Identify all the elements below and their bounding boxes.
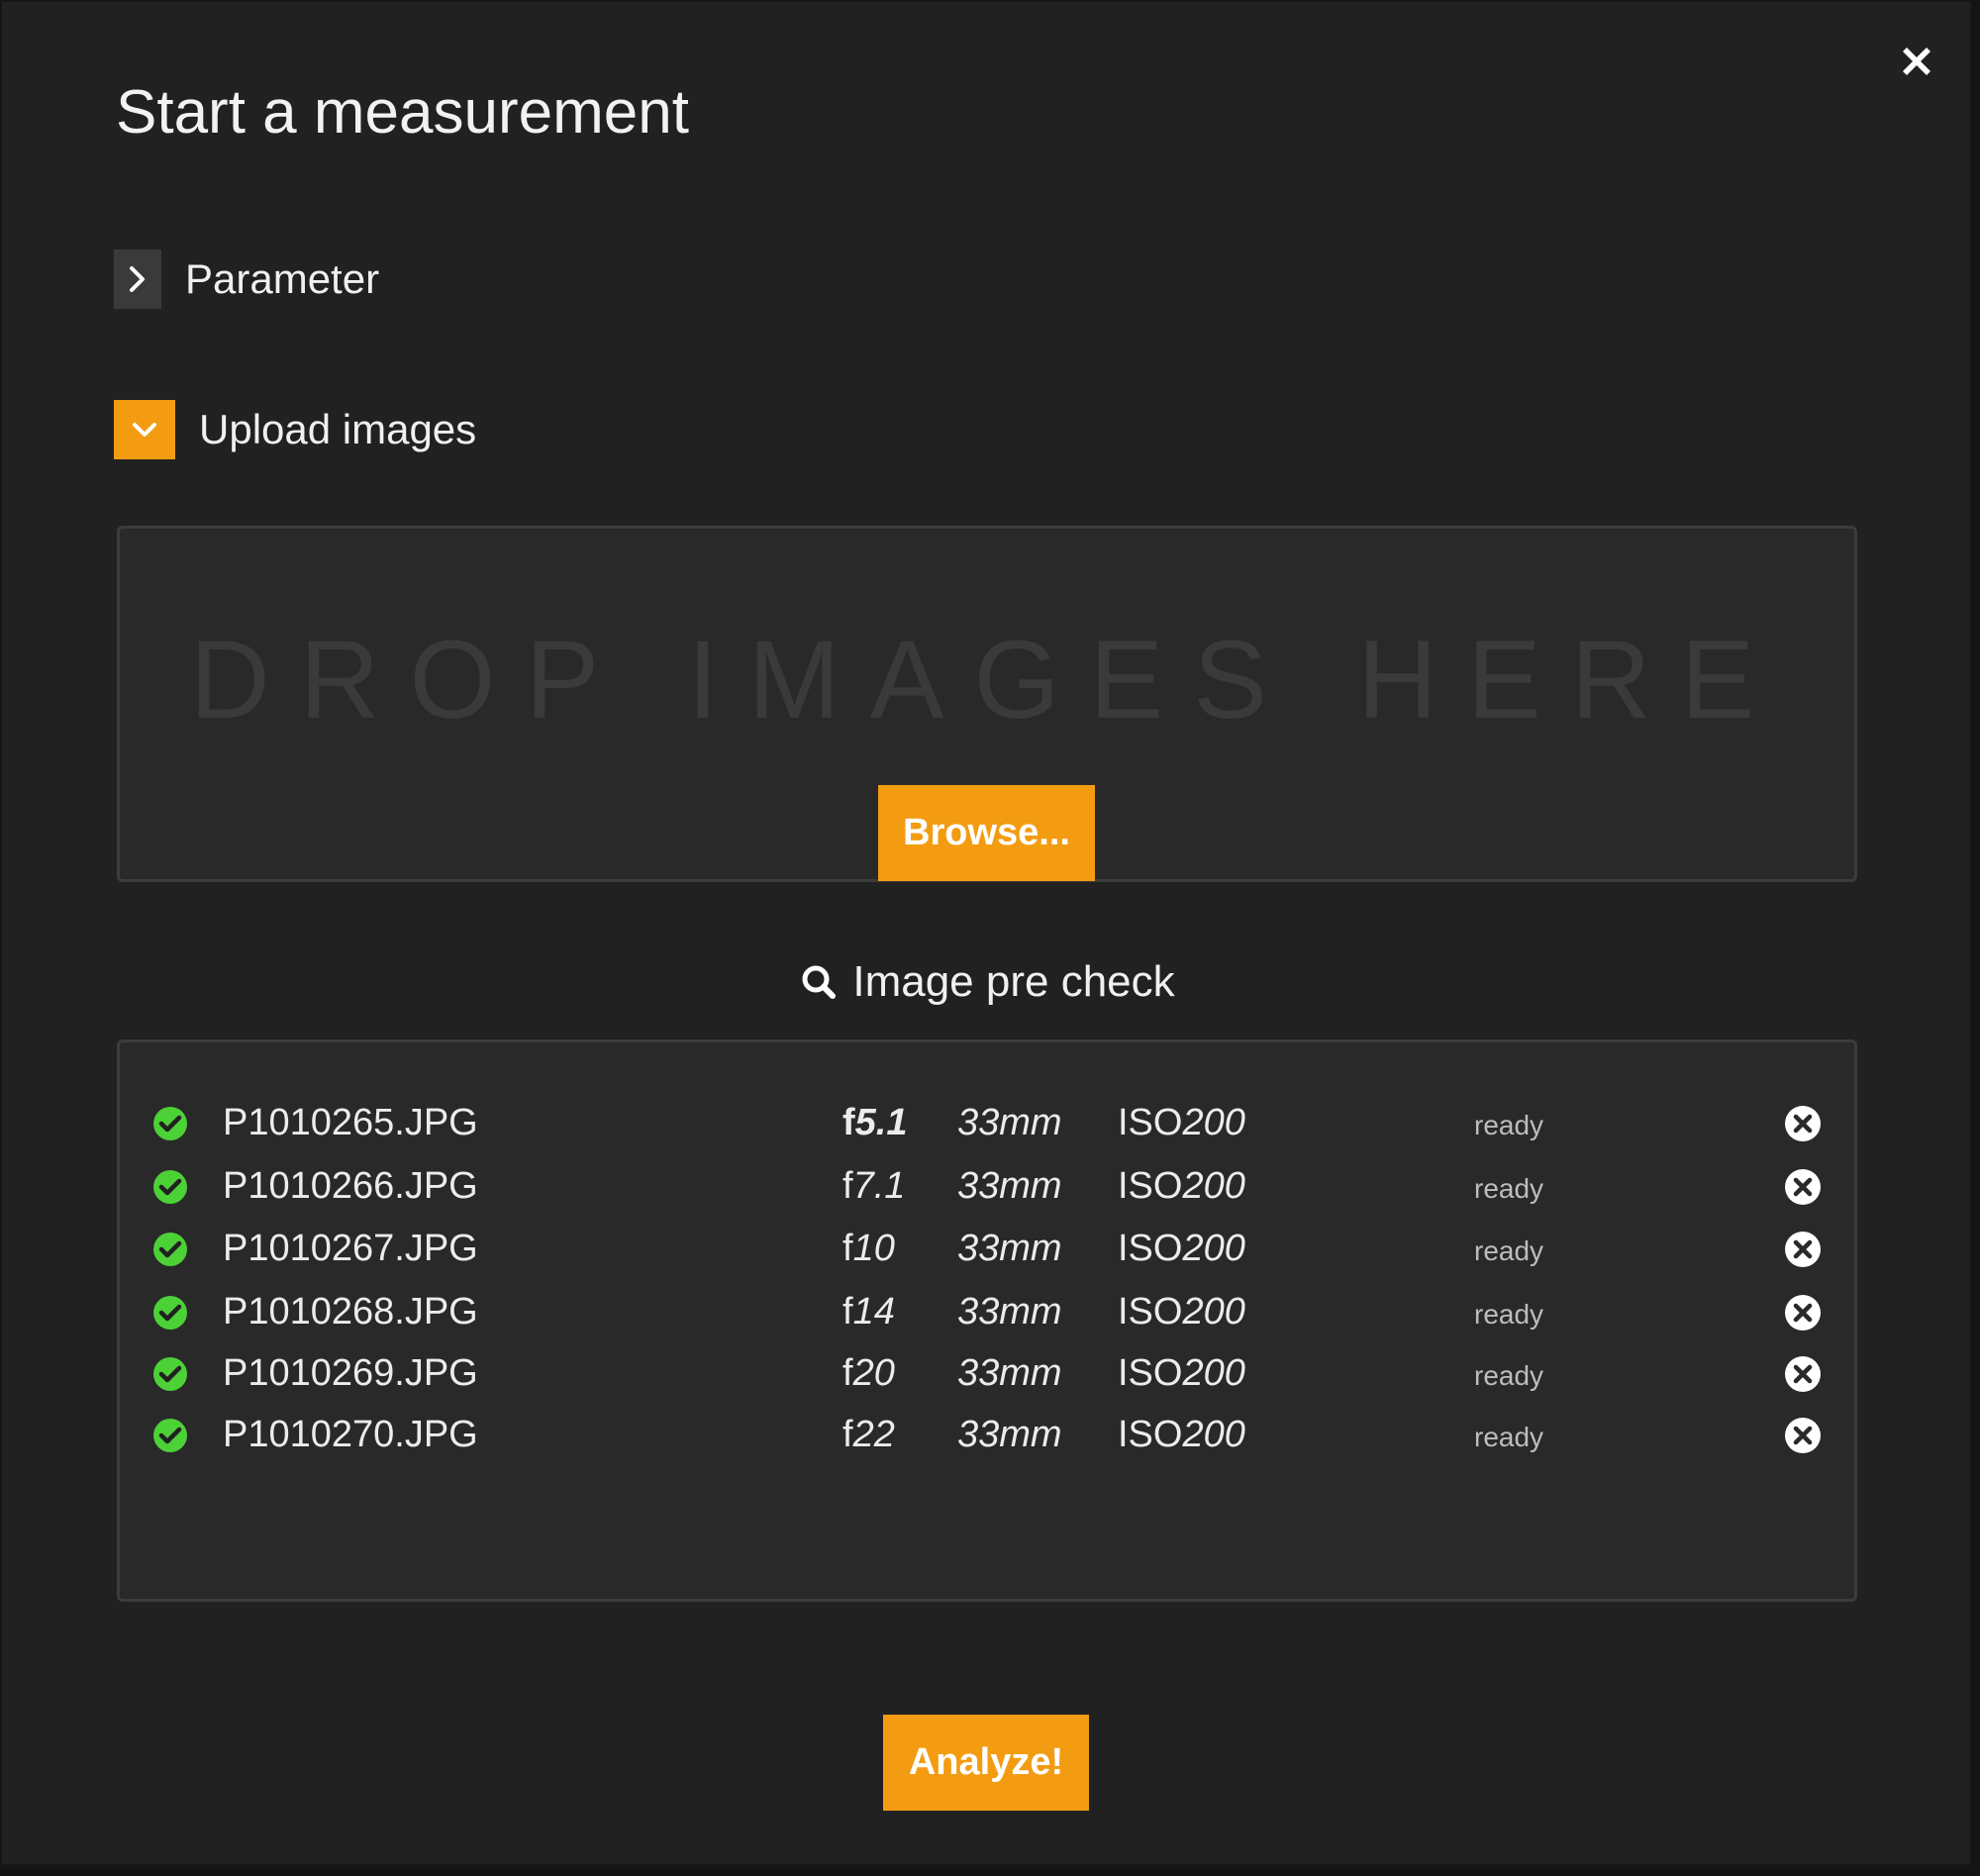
file-row: P1010265.JPG f5.1 33mm ISO200 ready [120,1094,1854,1153]
parameter-section-header[interactable]: Parameter [114,247,379,311]
focal-length: 33mm [957,1352,1062,1394]
file-status: ready [1474,1422,1544,1452]
aperture-value: f22 [842,1414,895,1455]
iso-value: ISO200 [1118,1165,1245,1207]
focal-length: 33mm [957,1102,1062,1143]
file-row: P1010267.JPG f10 33mm ISO200 ready [120,1220,1854,1279]
remove-circle-icon[interactable] [1783,1416,1823,1455]
iso-value: ISO200 [1118,1352,1245,1394]
file-row: P1010270.JPG f22 33mm ISO200 ready [120,1406,1854,1465]
upload-section-header[interactable]: Upload images [114,398,476,461]
remove-circle-icon[interactable] [1783,1293,1823,1333]
aperture-value: f5.1 [842,1102,908,1143]
aperture-value: f20 [842,1352,895,1394]
file-status: ready [1474,1235,1544,1266]
upload-toggle-button[interactable] [114,400,175,459]
focal-length: 33mm [957,1414,1062,1455]
aperture-value: f7.1 [842,1165,906,1207]
analyze-button[interactable]: Analyze! [883,1715,1089,1811]
remove-circle-icon[interactable] [1783,1230,1823,1269]
check-circle-icon [153,1357,187,1391]
iso-value: ISO200 [1118,1291,1245,1333]
file-name: P1010267.JPG [223,1228,478,1269]
file-status: ready [1474,1173,1544,1204]
file-status: ready [1474,1360,1544,1391]
focal-length: 33mm [957,1291,1062,1333]
check-circle-icon [153,1296,187,1330]
file-row: P1010268.JPG f14 33mm ISO200 ready [120,1283,1854,1342]
file-name: P1010268.JPG [223,1291,478,1333]
iso-value: ISO200 [1118,1414,1245,1455]
iso-value: ISO200 [1118,1228,1245,1269]
remove-circle-icon[interactable] [1783,1354,1823,1394]
file-name: P1010265.JPG [223,1102,478,1143]
search-icon [802,965,837,999]
browse-button[interactable]: Browse... [878,785,1095,881]
chevron-right-icon [130,266,145,292]
file-name: P1010270.JPG [223,1414,478,1455]
image-precheck-heading: Image pre check [2,957,1972,1007]
iso-value: ISO200 [1118,1102,1245,1143]
file-name: P1010269.JPG [223,1352,478,1394]
file-status: ready [1474,1299,1544,1330]
dropzone-text: DROP IMAGES HERE [189,618,1785,741]
measurement-dialog: Start a measurement Parameter Upload ima… [0,0,1972,1866]
chevron-down-icon [133,423,156,437]
dialog-title: Start a measurement [116,78,689,147]
focal-length: 33mm [957,1228,1062,1269]
focal-length: 33mm [957,1165,1062,1207]
remove-circle-icon[interactable] [1783,1167,1823,1207]
check-circle-icon [153,1419,187,1452]
check-circle-icon [153,1170,187,1204]
parameter-toggle-button[interactable] [114,249,161,309]
check-circle-icon [153,1107,187,1140]
close-icon[interactable] [1897,42,1936,81]
aperture-value: f14 [842,1291,895,1333]
remove-circle-icon[interactable] [1783,1104,1823,1143]
upload-section-label: Upload images [199,406,477,452]
precheck-label: Image pre check [852,957,1175,1006]
parameter-section-label: Parameter [185,255,380,302]
file-status: ready [1474,1110,1544,1140]
check-circle-icon [153,1233,187,1266]
aperture-value: f10 [842,1228,895,1269]
file-name: P1010266.JPG [223,1165,478,1207]
file-row: P1010269.JPG f20 33mm ISO200 ready [120,1344,1854,1404]
file-list: P1010265.JPG f5.1 33mm ISO200 ready P101… [117,1039,1857,1602]
file-row: P1010266.JPG f7.1 33mm ISO200 ready [120,1157,1854,1217]
